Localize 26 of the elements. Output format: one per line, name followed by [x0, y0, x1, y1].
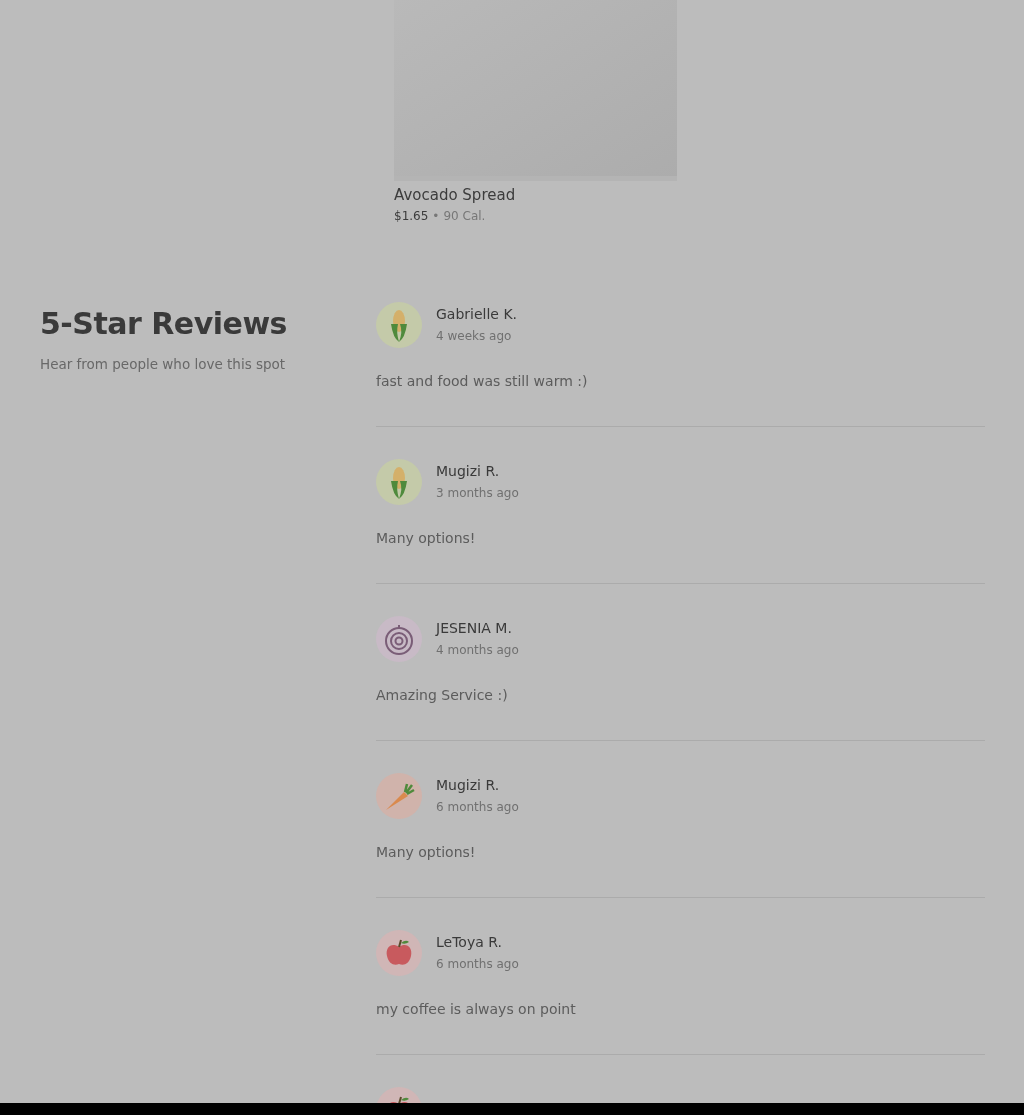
- separator-dot: •: [432, 208, 440, 224]
- section-title: 5-Star Reviews: [40, 305, 288, 343]
- review-comment: fast and food was still warm :): [376, 372, 589, 391]
- item-calories: 90 Cal.: [443, 208, 486, 224]
- avatar-icon: [376, 773, 422, 819]
- item-price: $1.65: [394, 208, 429, 224]
- review-time: 3 months ago: [436, 485, 519, 501]
- reviewer-name: Mugizi R.: [436, 462, 501, 481]
- reviewer-name: JESENIA M.: [436, 619, 513, 638]
- avatar-icon: [376, 616, 422, 662]
- review-comment: Amazing Service :): [376, 686, 509, 705]
- reviewer-name: LeToya R.: [436, 933, 503, 952]
- review-time: 6 months ago: [436, 956, 519, 972]
- item-title: Avocado Spread: [394, 185, 517, 205]
- review-time: 4 weeks ago: [436, 328, 513, 344]
- section-subtitle: Hear from people who love this spot: [40, 356, 287, 372]
- avatar-icon: [376, 302, 422, 348]
- review-comment: my coffee is always on point: [376, 1000, 577, 1019]
- avatar-icon: [376, 930, 422, 976]
- reviewer-name: Gabrielle K.: [436, 305, 518, 324]
- review-time: 6 months ago: [436, 799, 519, 815]
- review-time: 4 months ago: [436, 642, 519, 658]
- review-comment: Many options!: [376, 529, 477, 548]
- reviewer-name: Mugizi R.: [436, 776, 501, 795]
- avatar-icon: [376, 459, 422, 505]
- review-comment: Many options!: [376, 843, 477, 862]
